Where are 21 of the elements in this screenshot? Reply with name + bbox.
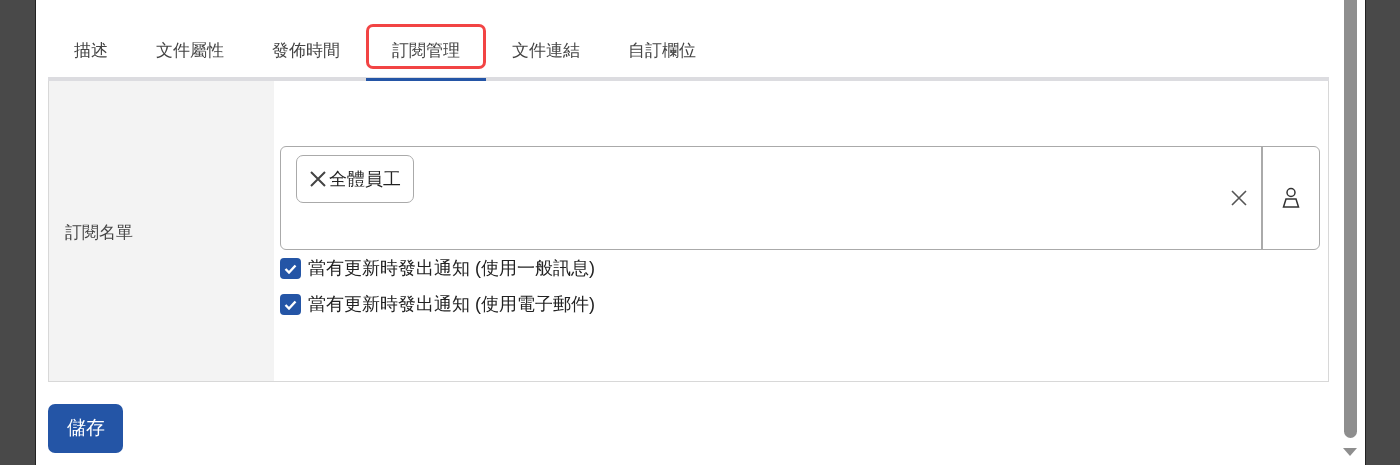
check-icon bbox=[284, 263, 297, 274]
recipient-field[interactable]: 全體員工 bbox=[280, 146, 1320, 250]
field-label: 訂閱名單 bbox=[65, 222, 133, 245]
recipient-tag[interactable]: 全體員工 bbox=[296, 155, 414, 203]
tab[interactable]: 訂閱管理 bbox=[366, 24, 486, 81]
scroll-down-icon[interactable] bbox=[1343, 448, 1357, 456]
checkbox-label: 當有更新時發出通知 (使用一般訊息) bbox=[308, 257, 595, 280]
tab[interactable]: 描述 bbox=[50, 24, 132, 81]
scrollbar-thumb[interactable] bbox=[1343, 0, 1357, 438]
checkbox[interactable] bbox=[280, 294, 301, 315]
checkbox[interactable] bbox=[280, 258, 301, 279]
remove-icon[interactable] bbox=[309, 170, 327, 188]
save-button[interactable]: 儲存 bbox=[48, 404, 123, 453]
tab[interactable]: 文件連結 bbox=[488, 24, 604, 81]
person-icon bbox=[1282, 187, 1300, 209]
tab[interactable]: 文件屬性 bbox=[132, 24, 248, 81]
checkbox-label: 當有更新時發出通知 (使用電子郵件) bbox=[308, 293, 595, 316]
clear-icon[interactable] bbox=[1231, 190, 1247, 206]
tab[interactable]: 發佈時間 bbox=[248, 24, 364, 81]
tab[interactable]: 自訂欄位 bbox=[604, 24, 720, 81]
check-icon bbox=[284, 299, 297, 310]
